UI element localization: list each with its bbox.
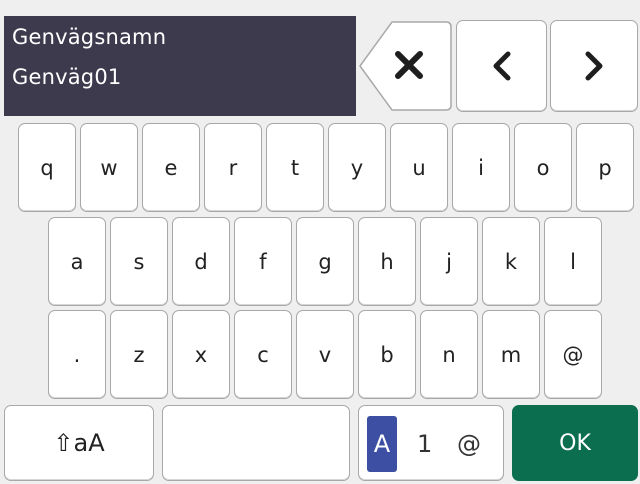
key-v[interactable]: v xyxy=(296,310,354,399)
key-r[interactable]: r xyxy=(204,123,262,212)
key-d[interactable]: d xyxy=(172,217,230,306)
key-m[interactable]: m xyxy=(482,310,540,399)
key-i[interactable]: i xyxy=(452,123,510,212)
field-value[interactable]: Genväg01 xyxy=(12,58,348,96)
key-y[interactable]: y xyxy=(328,123,386,212)
key-u[interactable]: u xyxy=(390,123,448,212)
key-p[interactable]: p xyxy=(576,123,634,212)
backspace-x-icon xyxy=(359,21,452,111)
ok-button[interactable]: OK xyxy=(512,405,638,481)
key-z[interactable]: z xyxy=(110,310,168,399)
chevron-left-icon xyxy=(493,51,510,81)
key-b[interactable]: b xyxy=(358,310,416,399)
field-label: Genvägsnamn xyxy=(12,25,167,49)
shift-case-button[interactable]: ⇧aA xyxy=(4,405,154,481)
cursor-right-button[interactable] xyxy=(550,20,638,112)
backspace-button[interactable] xyxy=(358,20,453,112)
mode-symbol-indicator: @ xyxy=(457,430,481,458)
key-k[interactable]: k xyxy=(482,217,540,306)
key-t[interactable]: t xyxy=(266,123,324,212)
key-s[interactable]: s xyxy=(110,217,168,306)
key-period[interactable]: . xyxy=(48,310,106,399)
key-w[interactable]: w xyxy=(80,123,138,212)
key-h[interactable]: h xyxy=(358,217,416,306)
mode-alpha-indicator: A xyxy=(367,416,397,472)
chevron-right-icon xyxy=(585,51,603,81)
key-q[interactable]: q xyxy=(18,123,76,212)
mode-numeric-indicator: 1 xyxy=(417,430,433,458)
keyboard-screen: Genvägsnamn Genväg01 q w e r t y u i o p… xyxy=(0,0,640,484)
text-display: Genvägsnamn Genväg01 xyxy=(4,16,356,116)
key-j[interactable]: j xyxy=(420,217,478,306)
cursor-left-button[interactable] xyxy=(456,20,547,112)
input-mode-button[interactable]: A 1 @ xyxy=(358,405,504,481)
key-n[interactable]: n xyxy=(420,310,478,399)
key-e[interactable]: e xyxy=(142,123,200,212)
key-at[interactable]: @ xyxy=(544,310,602,399)
key-a[interactable]: a xyxy=(48,217,106,306)
key-l[interactable]: l xyxy=(544,217,602,306)
space-key[interactable] xyxy=(162,405,350,481)
key-g[interactable]: g xyxy=(296,217,354,306)
key-x[interactable]: x xyxy=(172,310,230,399)
key-o[interactable]: o xyxy=(514,123,572,212)
key-f[interactable]: f xyxy=(234,217,292,306)
key-c[interactable]: c xyxy=(234,310,292,399)
